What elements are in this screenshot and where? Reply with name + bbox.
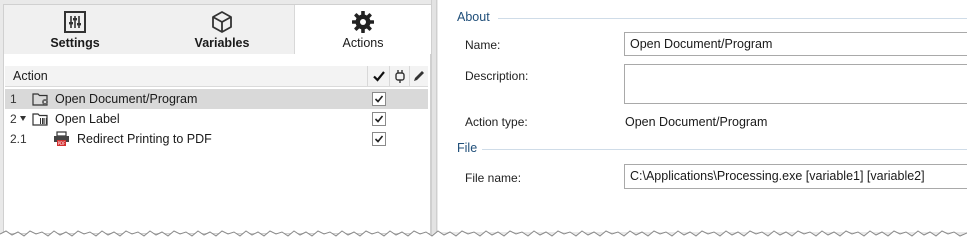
section-divider [498, 18, 967, 19]
row-number: 2 [10, 112, 17, 126]
about-section-heading: About [457, 10, 490, 24]
column-divider [367, 66, 368, 86]
action-tree: Action 1 Open Document/Program 2 Open La… [5, 62, 428, 232]
printer-pdf-icon: PDF [54, 131, 69, 146]
row-label: Redirect Printing to PDF [77, 132, 212, 146]
plug-icon[interactable] [392, 68, 408, 84]
tab-settings-label: Settings [50, 36, 100, 50]
action-type-label: Action type: [465, 115, 528, 129]
row-number: 1 [10, 92, 17, 106]
row-number: 2.1 [10, 132, 27, 146]
tab-actions[interactable]: Actions [294, 5, 431, 54]
svg-text:PDF: PDF [58, 141, 66, 146]
gear-icon [352, 11, 374, 33]
pane-splitter[interactable] [431, 0, 437, 240]
enabled-checkbox[interactable] [372, 112, 386, 126]
folder-gear-icon [32, 93, 48, 106]
actions-panel: Settings Variables Actions Action 1 Open… [3, 4, 431, 234]
enabled-checkbox[interactable] [372, 132, 386, 146]
tree-row[interactable]: 2.1 PDF Redirect Printing to PDF [5, 129, 428, 149]
checkmark-icon[interactable] [371, 68, 387, 84]
description-label: Description: [465, 69, 529, 83]
folder-barcode-icon [32, 113, 48, 126]
tab-variables-label: Variables [194, 36, 250, 50]
file-section-heading: File [457, 141, 478, 155]
name-label: Name: [465, 38, 501, 52]
tab-actions-label: Actions [342, 36, 384, 50]
row-label: Open Document/Program [55, 92, 198, 106]
action-type-value: Open Document/Program [625, 115, 768, 129]
section-divider [482, 149, 967, 150]
tree-header: Action [5, 66, 428, 87]
cube-icon [212, 11, 232, 33]
action-column-header: Action [13, 69, 48, 83]
torn-edge [0, 230, 967, 240]
enabled-checkbox[interactable] [372, 92, 386, 106]
pencil-icon[interactable] [411, 68, 427, 84]
row-label: Open Label [55, 112, 120, 126]
tab-bar: Settings Variables Actions [4, 5, 431, 54]
tree-row[interactable]: 1 Open Document/Program [5, 89, 428, 109]
file-name-label: File name: [465, 171, 522, 185]
file-name-field[interactable]: C:\Applications\Processing.exe [variable… [624, 164, 967, 189]
app-window: Settings Variables Actions Action 1 Open… [0, 0, 967, 240]
tab-settings[interactable]: Settings [4, 5, 146, 54]
description-field[interactable] [624, 64, 967, 104]
column-divider [409, 66, 410, 86]
tree-row[interactable]: 2 Open Label [5, 109, 428, 129]
expand-arrow-icon[interactable] [20, 116, 26, 121]
sliders-icon [64, 11, 86, 33]
column-divider [389, 66, 390, 86]
properties-panel: About Name: Open Document/Program Descri… [438, 0, 967, 232]
name-field[interactable]: Open Document/Program [624, 32, 967, 56]
tab-variables[interactable]: Variables [150, 5, 294, 54]
